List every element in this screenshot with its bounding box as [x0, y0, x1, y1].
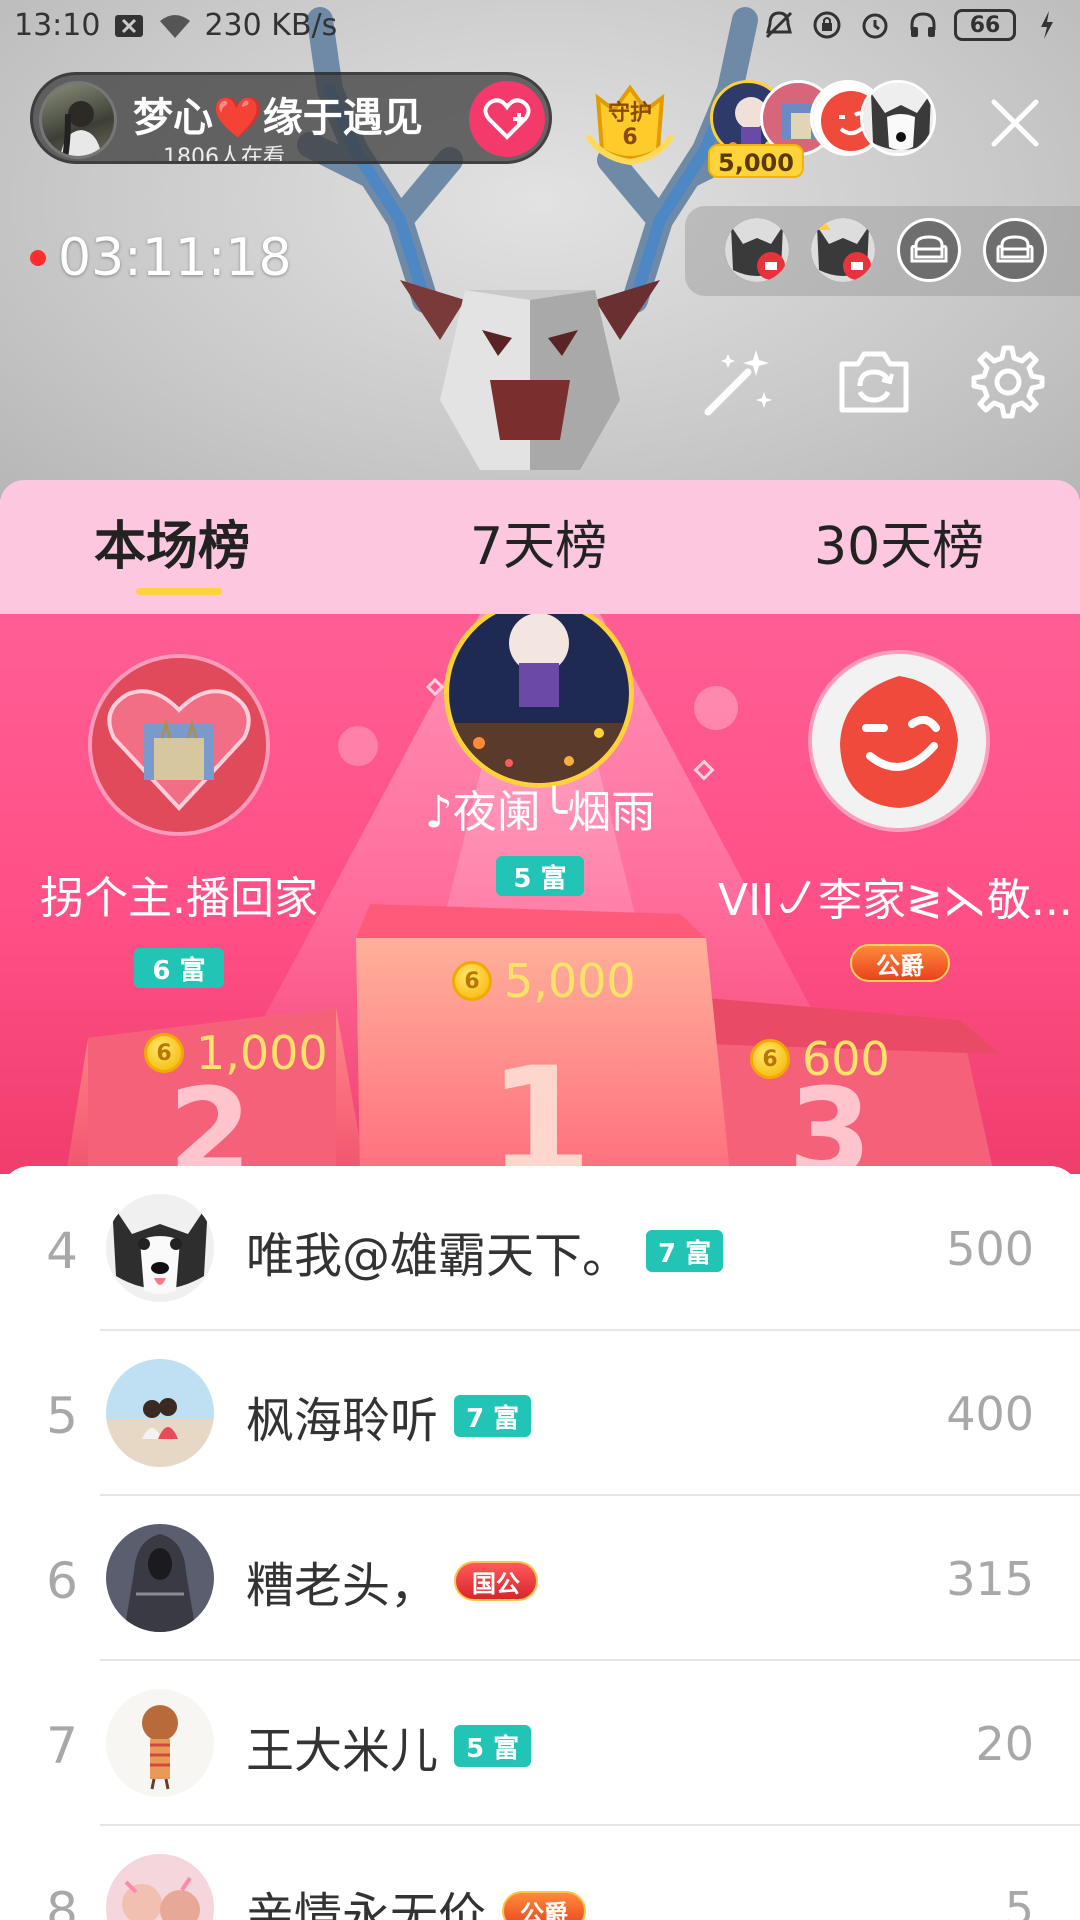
alarm-icon: [858, 8, 892, 42]
user-name: 亲情永无价: [246, 1888, 487, 1920]
magic-wand-icon: [704, 350, 772, 416]
host-avatar[interactable]: [39, 81, 117, 159]
host-name: 梦心❤️缘于遇见: [133, 95, 423, 141]
first-place-coin-value: 5,000: [504, 954, 636, 1008]
contribution-value: 5: [1004, 1882, 1034, 1920]
battery-indicator: 66: [954, 9, 1016, 41]
second-place-coin-value: 1,000: [196, 1026, 328, 1080]
status-bar: 13:10 230 KB/s 66: [0, 0, 1080, 52]
recording-dot-icon: [30, 250, 46, 266]
guard-count: 6: [622, 125, 638, 150]
user-avatar[interactable]: [106, 1689, 214, 1797]
third-place-avatar[interactable]: [808, 650, 990, 832]
user-name: 王大米儿: [246, 1723, 439, 1779]
mic-seat-row: [685, 206, 1080, 296]
podium-number-1: 1: [488, 1036, 592, 1174]
contribution-value: 20: [975, 1717, 1034, 1771]
contribution-value: 315: [946, 1552, 1034, 1606]
rank-number: 4: [46, 1222, 78, 1280]
ranking-tabs: 本场榜 7天榜 30天榜: [0, 480, 1080, 614]
user-avatar[interactable]: [106, 1854, 214, 1920]
top-contributor-coins: 5,000: [708, 144, 804, 178]
second-place-name: 拐个主.播回家: [40, 873, 318, 924]
follow-button[interactable]: [469, 81, 545, 157]
noble-badge: 国公: [454, 1561, 539, 1601]
second-place-level-badge: 6 富: [134, 948, 224, 988]
coin-icon: 6: [144, 1033, 184, 1073]
user-name: 糟老头，: [246, 1558, 439, 1614]
gear-icon: [971, 345, 1045, 419]
list-item[interactable]: 8 亲情永无价 公爵 5: [0, 1826, 1080, 1920]
top-contributors[interactable]: 5,000: [708, 80, 950, 178]
rank-number: 7: [46, 1717, 78, 1775]
list-item[interactable]: 7 王大米儿 5 富 20: [0, 1661, 1080, 1826]
level-badge: 7 富: [646, 1230, 724, 1272]
settings-button[interactable]: [966, 340, 1050, 424]
beauty-effects-button[interactable]: [696, 340, 780, 424]
coin-icon: 6: [452, 961, 492, 1001]
flip-camera-button[interactable]: [832, 340, 916, 424]
contributor-avatar-4[interactable]: [860, 80, 936, 156]
tab-7-days[interactable]: 7天榜: [470, 504, 607, 579]
host-info-pill[interactable]: 梦心❤️缘于遇见 1806人在看: [30, 72, 552, 164]
mic-seat-1[interactable]: [725, 218, 789, 282]
rank-number: 5: [46, 1387, 78, 1445]
third-place-coins: 6 600: [750, 1032, 890, 1086]
third-place-noble-badge: 公爵: [850, 944, 950, 982]
list-item[interactable]: 4 唯我@雄霸天下。 7 富 500: [0, 1166, 1080, 1331]
close-button[interactable]: [980, 88, 1050, 158]
rank-number: 8: [46, 1882, 78, 1920]
ranking-list: 4 唯我@雄霸天下。 7 富 500 5 枫海聆听 7 富 400 6 糟老头，…: [0, 1166, 1080, 1920]
guard-label: 守护: [607, 101, 652, 126]
level-badge: 5 富: [454, 1725, 532, 1767]
noble-badge: 公爵: [502, 1891, 587, 1920]
charging-icon: [1030, 8, 1064, 42]
network-speed: 230 KB/s: [204, 8, 338, 43]
rank-number: 6: [46, 1552, 78, 1610]
close-icon: [991, 99, 1039, 147]
list-item[interactable]: 6 糟老头， 国公 315: [0, 1496, 1080, 1661]
empty-seat-2[interactable]: [983, 218, 1047, 282]
clock: 13:10: [14, 8, 101, 43]
user-avatar[interactable]: [106, 1524, 214, 1632]
camera-switch-icon: [839, 351, 909, 413]
mic-seat-2[interactable]: [811, 218, 875, 282]
coin-icon: 6: [750, 1039, 790, 1079]
sofa-icon: [996, 235, 1034, 263]
viewer-count: 1806人在看: [163, 145, 285, 161]
guard-badge[interactable]: 守护 6: [584, 80, 676, 166]
live-timer: 03:11:18: [30, 228, 292, 288]
third-place-name: VII㇢李家≷⋋敬...: [718, 875, 1073, 926]
rotation-lock-icon: [810, 8, 844, 42]
list-item[interactable]: 5 枫海聆听 7 富 400: [0, 1331, 1080, 1496]
active-tab-indicator: [136, 588, 222, 595]
headphones-icon: [906, 8, 940, 42]
tab-30-days[interactable]: 30天榜: [814, 504, 984, 579]
third-place-coin-value: 600: [802, 1032, 890, 1086]
contribution-value: 400: [946, 1387, 1034, 1441]
second-place-coins: 6 1,000: [144, 1026, 328, 1080]
no-sim-icon: [112, 9, 146, 43]
sofa-icon: [910, 235, 948, 263]
podium-section: 2 3 1 ♪夜阑╰烟雨 5 富 6 5,000 拐个主.播回家 6 富 6 1…: [0, 614, 1080, 1174]
empty-seat-1[interactable]: [897, 218, 961, 282]
contribution-value: 500: [946, 1222, 1034, 1276]
user-name: 枫海聆听: [246, 1393, 439, 1449]
second-place-avatar[interactable]: [88, 654, 270, 836]
wifi-icon: [158, 9, 192, 43]
bell-muted-icon: [762, 8, 796, 42]
first-place-name: ♪夜阑╰烟雨: [424, 787, 656, 838]
heart-plus-icon: [483, 98, 531, 140]
podium-number-2: 2: [168, 1064, 252, 1174]
tab-this-session[interactable]: 本场榜: [94, 504, 250, 579]
user-name: 唯我@雄霸天下。: [246, 1228, 631, 1284]
live-duration: 03:11:18: [58, 228, 292, 288]
user-avatar[interactable]: [106, 1194, 214, 1302]
level-badge: 7 富: [454, 1395, 532, 1437]
first-place-level-badge: 5 富: [496, 856, 584, 896]
user-avatar[interactable]: [106, 1359, 214, 1467]
first-place-coins: 6 5,000: [452, 954, 636, 1008]
